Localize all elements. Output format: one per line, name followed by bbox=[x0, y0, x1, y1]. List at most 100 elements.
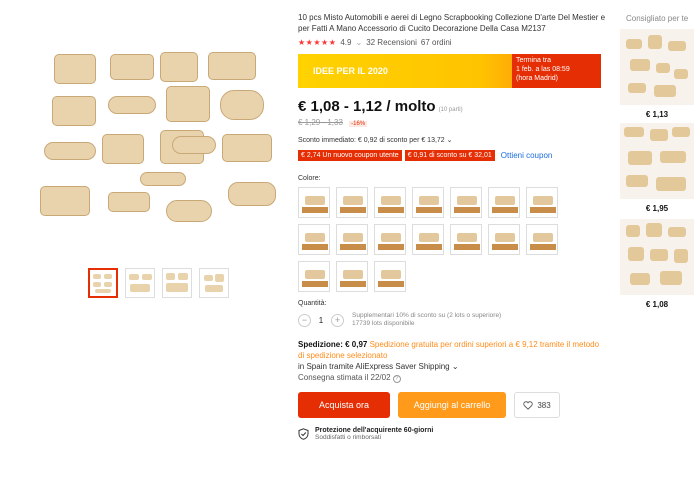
price-old: € 1,29 - 1,33 bbox=[298, 118, 343, 127]
color-swatch[interactable] bbox=[450, 187, 482, 218]
beetle-car-shape bbox=[220, 90, 264, 120]
plane-shape bbox=[108, 96, 156, 114]
coupon-new-user[interactable]: € 2,74 Un nuovo coupon utente bbox=[298, 150, 402, 161]
color-swatch[interactable] bbox=[336, 224, 368, 255]
color-swatch[interactable] bbox=[526, 187, 558, 218]
color-swatch[interactable] bbox=[374, 224, 406, 255]
recommended-item-price: € 1,08 bbox=[645, 300, 669, 309]
thumbnail[interactable] bbox=[88, 268, 118, 298]
color-swatch[interactable] bbox=[488, 187, 520, 218]
shipping-cost: Spedizione: € 0,97 bbox=[298, 340, 368, 349]
product-title: 10 pcs Misto Automobili e aerei di Legno… bbox=[298, 13, 606, 33]
train-shape bbox=[160, 52, 198, 82]
add-to-cart-button[interactable]: Aggiungi al carrello bbox=[398, 392, 506, 418]
rating-value: 4.9 bbox=[340, 38, 352, 47]
delivery-date: 22/02 bbox=[370, 373, 391, 382]
promo-timer-line: Termina tra bbox=[516, 57, 552, 64]
product-info: 10 pcs Misto Automobili e aerei di Legno… bbox=[298, 12, 606, 441]
protection-subtitle: Soddisfatti o rimborsati bbox=[315, 434, 382, 441]
price-current: € 1,08 - 1,12 / molto bbox=[298, 98, 436, 115]
quantity-plus-button[interactable]: + bbox=[331, 313, 344, 327]
color-swatch[interactable] bbox=[412, 224, 444, 255]
racecar-shape bbox=[140, 172, 186, 186]
color-label: Colore: bbox=[298, 175, 321, 182]
plane-shape bbox=[172, 136, 216, 154]
bus-shape bbox=[166, 86, 210, 122]
shipping-info: Spedizione: € 0,97 Spedizione gratuita p… bbox=[298, 339, 606, 361]
shield-check-icon bbox=[298, 428, 309, 440]
price: € 1,08 - 1,12 / molto (10 parti) bbox=[298, 98, 606, 115]
color-swatch[interactable] bbox=[526, 224, 558, 255]
recommended-item-price: € 1,95 bbox=[645, 204, 669, 213]
color-swatch[interactable] bbox=[298, 261, 330, 292]
buy-now-button[interactable]: Acquista ora bbox=[298, 392, 390, 418]
color-swatch[interactable] bbox=[374, 261, 406, 292]
promo-label: IDEE PER IL 2020 bbox=[313, 66, 388, 76]
recommended-item-price: € 1,13 bbox=[645, 110, 669, 119]
star-rating-icon: ★★★★★ bbox=[298, 38, 337, 47]
quantity-stepper: − 1 + Supplementari 10% di sconto su (2 … bbox=[298, 312, 606, 328]
delivery-estimate: Consegna stimata il 22/02 ? bbox=[298, 372, 606, 383]
promo-timer-line: 1 feb. a las 08:59 bbox=[516, 66, 570, 73]
thumbnail[interactable] bbox=[125, 268, 155, 298]
quantity-input[interactable]: 1 bbox=[311, 316, 331, 325]
car-shape bbox=[110, 54, 154, 80]
car-shape bbox=[54, 54, 96, 84]
recommended-item[interactable]: € 1,08 bbox=[620, 219, 694, 309]
discount-badge: -16% bbox=[349, 121, 368, 127]
helicopter-shape bbox=[228, 182, 276, 206]
action-buttons: Acquista ora Aggiungi al carrello 383 bbox=[298, 392, 606, 418]
old-price-row: € 1,29 - 1,33 -16% bbox=[298, 118, 606, 127]
recommended-item-image bbox=[620, 123, 694, 199]
stock-available: 17739 lots disponibile bbox=[352, 320, 415, 327]
thumbnail-strip bbox=[88, 268, 229, 298]
wishlist-count: 383 bbox=[537, 400, 551, 410]
recommended-item[interactable]: € 1,95 bbox=[620, 123, 694, 213]
buyer-protection: Protezione dell'acquirente 60-giorni Sod… bbox=[298, 427, 606, 441]
wishlist-button[interactable]: 383 bbox=[514, 392, 560, 418]
quantity-label: Quantità: bbox=[298, 300, 327, 307]
bus-shape bbox=[222, 134, 272, 162]
quantity-note: Supplementari 10% di sconto su (2 lots o… bbox=[352, 312, 501, 328]
jet-shape bbox=[44, 142, 96, 160]
promo-banner[interactable]: IDEE PER IL 2020 Termina tra 1 feb. a la… bbox=[298, 54, 601, 88]
recommended-item-image bbox=[620, 29, 694, 105]
shipping-method[interactable]: in Spain tramite AliExpress Saver Shippi… bbox=[298, 361, 606, 372]
color-swatch[interactable] bbox=[336, 261, 368, 292]
coupon-row: € 2,74 Un nuovo coupon utente € 0,91 di … bbox=[298, 150, 606, 161]
color-swatch[interactable] bbox=[488, 224, 520, 255]
bus-shape bbox=[208, 52, 256, 80]
coupon-discount[interactable]: € 0,91 di sconto su € 32,01 bbox=[404, 150, 495, 161]
instant-discount[interactable]: Sconto immediato: € 0,92 di sconto per €… bbox=[298, 136, 606, 144]
car-shape bbox=[52, 96, 96, 126]
color-swatch[interactable] bbox=[450, 224, 482, 255]
color-swatch[interactable] bbox=[336, 187, 368, 218]
car-shape bbox=[108, 192, 150, 212]
promo-timer: Termina tra 1 feb. a las 08:59 (hora Mad… bbox=[512, 54, 601, 88]
recommended-item[interactable]: € 1,13 bbox=[620, 29, 694, 119]
truck-shape bbox=[40, 186, 90, 216]
bicycle-shape bbox=[166, 200, 212, 222]
color-swatch[interactable] bbox=[298, 187, 330, 218]
get-coupon-link[interactable]: Ottieni coupon bbox=[501, 151, 553, 160]
recommended-item-image bbox=[620, 219, 694, 295]
protection-title: Protezione dell'acquirente 60-giorni bbox=[315, 427, 434, 434]
color-swatches bbox=[298, 187, 606, 292]
chevron-down-icon[interactable]: ⌄ bbox=[355, 38, 362, 47]
orders-count: 67 ordini bbox=[420, 38, 452, 47]
heart-icon bbox=[523, 400, 533, 410]
truck-shape bbox=[102, 134, 144, 164]
question-icon[interactable]: ? bbox=[392, 375, 401, 383]
price-unit-note: (10 parti) bbox=[438, 107, 463, 113]
color-swatch[interactable] bbox=[374, 187, 406, 218]
product-main-image[interactable] bbox=[32, 30, 284, 254]
delivery-label: Consegna stimata il bbox=[298, 373, 369, 382]
recommended-title: Consigliato per te bbox=[626, 14, 689, 23]
thumbnail[interactable] bbox=[162, 268, 192, 298]
color-swatch[interactable] bbox=[412, 187, 444, 218]
thumbnail[interactable] bbox=[199, 268, 229, 298]
color-swatch[interactable] bbox=[298, 224, 330, 255]
bulk-discount-note: Supplementari 10% di sconto su (2 lots o… bbox=[352, 312, 502, 319]
reviews-link[interactable]: 32 Recensioni bbox=[366, 38, 417, 47]
quantity-minus-button[interactable]: − bbox=[298, 313, 311, 327]
